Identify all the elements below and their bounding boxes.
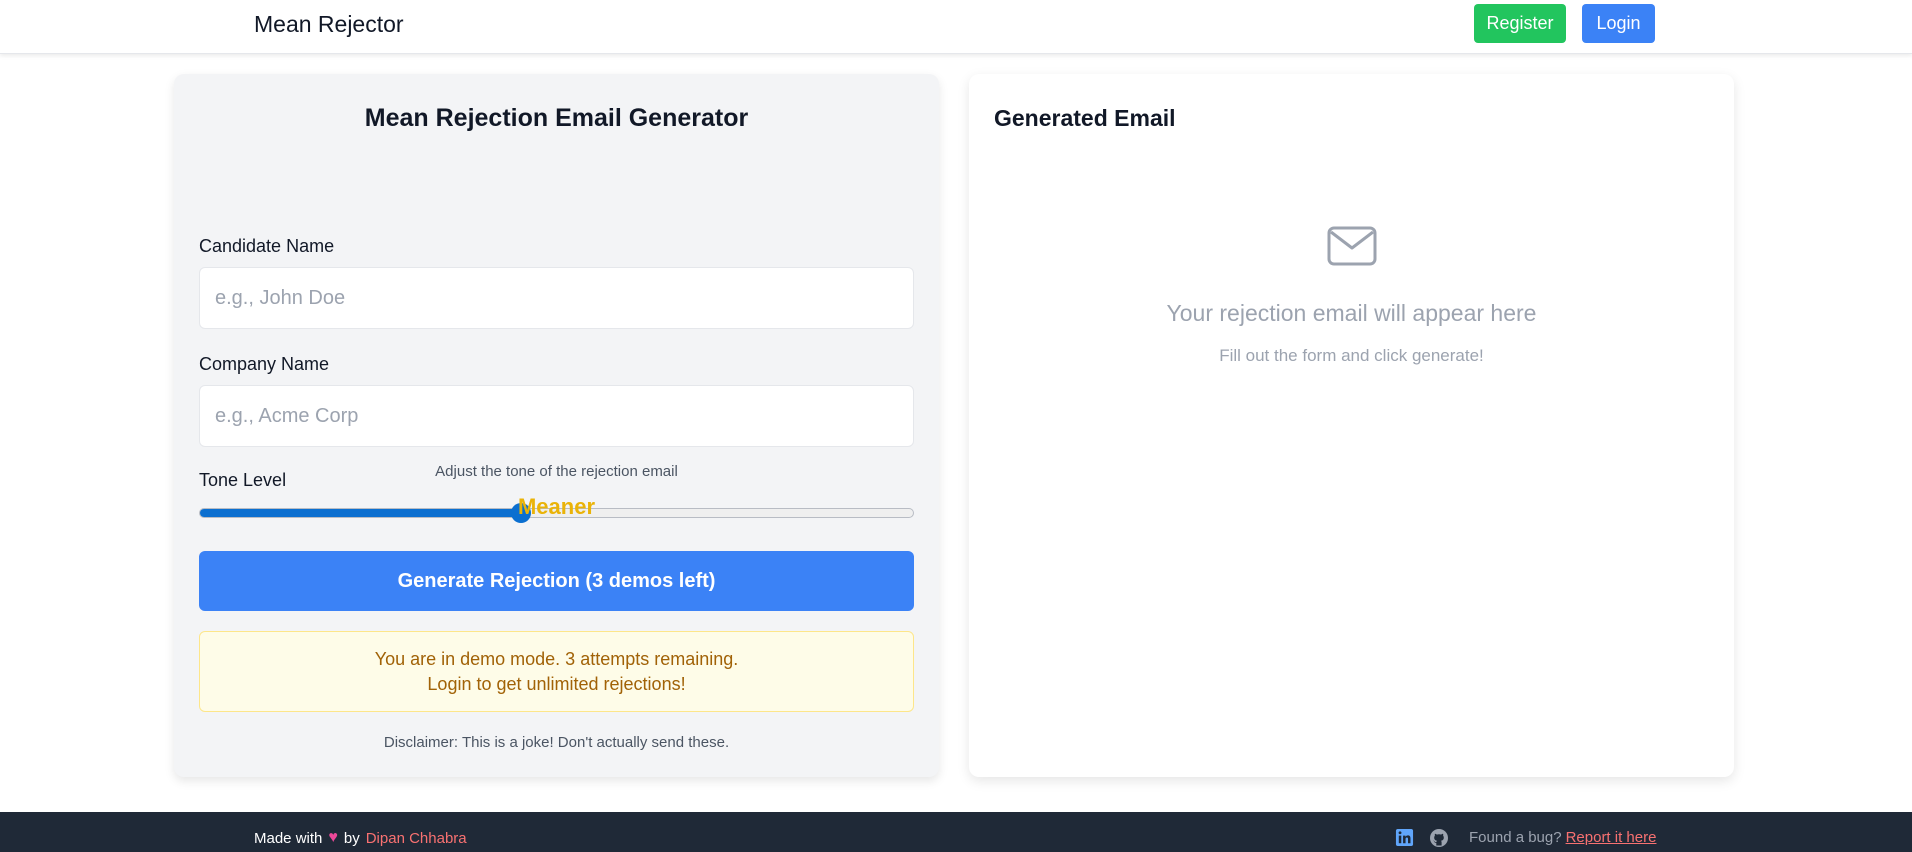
- made-with-credit: Made with ♥ by Dipan Chhabra: [254, 829, 467, 847]
- generated-email-title: Generated Email: [994, 105, 1176, 131]
- linkedin-icon[interactable]: [1395, 828, 1414, 847]
- github-icon[interactable]: [1429, 828, 1449, 848]
- generator-form-card: Mean Rejection Email Generator Candidate…: [174, 74, 939, 777]
- tone-value: Meaner: [517, 494, 596, 519]
- candidate-name-label: Candidate Name: [199, 236, 335, 256]
- by-text: by: [343, 829, 360, 847]
- footer: Made with ♥ by Dipan Chhabra Found a bug…: [0, 812, 1912, 852]
- disclaimer-text: Disclaimer: This is a joke! Don't actual…: [383, 734, 730, 751]
- found-bug-label: Found a bug?: [1469, 829, 1562, 846]
- report-bug-link[interactable]: Report it here: [1566, 829, 1657, 846]
- top-navbar: Mean Rejector Register Login: [0, 0, 1912, 54]
- empty-state-subtext: Fill out the form and click generate!: [1219, 346, 1484, 365]
- author-link[interactable]: Dipan Chhabra: [366, 830, 467, 847]
- register-button[interactable]: Register: [1474, 4, 1566, 43]
- company-name-input[interactable]: [199, 385, 914, 447]
- empty-state-heading: Your rejection email will appear here: [1166, 300, 1537, 326]
- made-with-text: Made with: [254, 829, 323, 847]
- login-button[interactable]: Login: [1582, 4, 1655, 43]
- heart-icon: ♥: [328, 829, 338, 846]
- brand-title[interactable]: Mean Rejector: [254, 10, 404, 38]
- candidate-name-input[interactable]: [199, 267, 914, 329]
- demo-notice-line2: Login to get unlimited rejections!: [427, 673, 686, 694]
- envelope-icon: [1327, 226, 1377, 266]
- tone-help-text: Adjust the tone of the rejection email: [435, 463, 678, 480]
- demo-notice-line1: You are in demo mode. 3 attempts remaini…: [374, 648, 739, 669]
- generate-rejection-button[interactable]: Generate Rejection (3 demos left): [199, 551, 914, 611]
- demo-mode-notice: You are in demo mode. 3 attempts remaini…: [199, 631, 914, 712]
- bug-report-text: Found a bug? Report it here: [1469, 829, 1656, 846]
- generated-email-card: Generated Email Your rejection email wil…: [969, 74, 1734, 777]
- form-title: Mean Rejection Email Generator: [364, 104, 749, 132]
- company-name-label: Company Name: [199, 354, 330, 374]
